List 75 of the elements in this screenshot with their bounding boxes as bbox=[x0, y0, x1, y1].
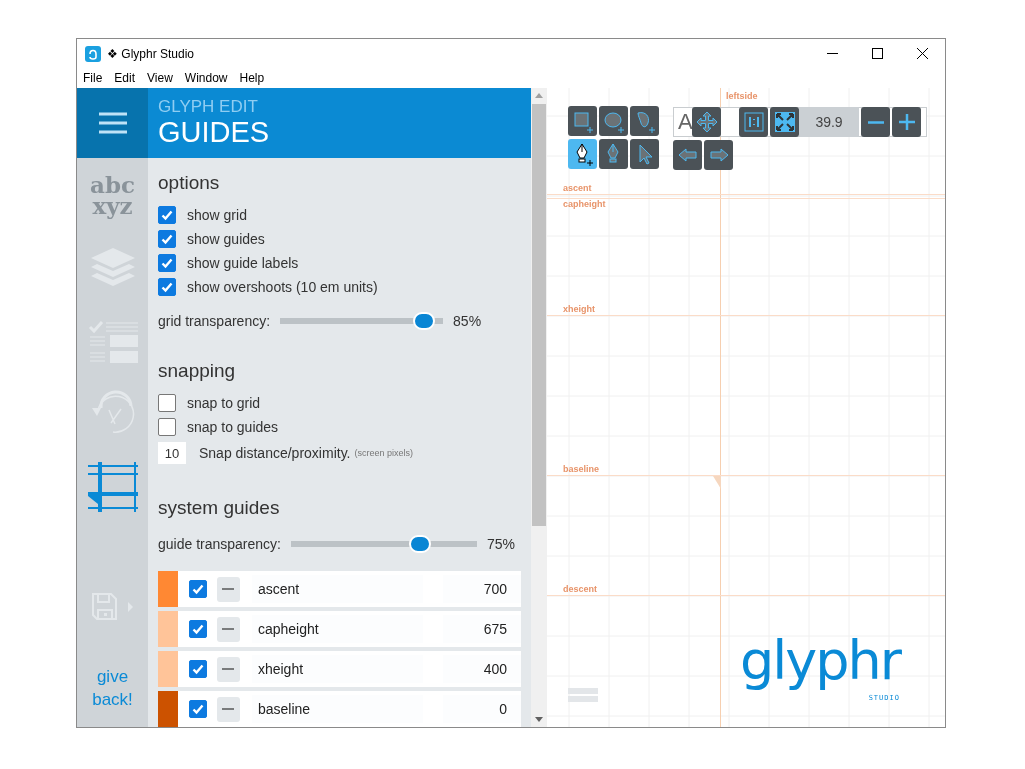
move-button[interactable] bbox=[692, 107, 721, 137]
slider-thumb[interactable] bbox=[412, 312, 435, 330]
slider-thumb[interactable] bbox=[409, 535, 432, 553]
menu-icon[interactable] bbox=[98, 112, 127, 134]
menu-item[interactable]: Help bbox=[239, 71, 271, 85]
scrollbar[interactable] bbox=[531, 88, 547, 727]
zoom-in-button[interactable] bbox=[892, 107, 921, 137]
fit-button[interactable] bbox=[770, 107, 799, 137]
plus-icon bbox=[898, 114, 915, 130]
guide-label: ascent bbox=[563, 183, 592, 193]
fit-arrows-icon bbox=[772, 110, 797, 134]
guide-label: leftside bbox=[726, 91, 758, 101]
checkbox-label: snap to grid bbox=[187, 395, 261, 411]
scroll-down-icon bbox=[535, 717, 543, 722]
checkbox[interactable] bbox=[158, 394, 176, 412]
checkbox-label: snap to guides bbox=[187, 419, 279, 435]
section-heading: system guides bbox=[158, 497, 281, 519]
guide-label: xheight bbox=[563, 304, 595, 314]
move-arrows-icon bbox=[694, 110, 719, 134]
section-label: GLYPH EDIT bbox=[158, 98, 259, 116]
close-icon[interactable] bbox=[917, 48, 928, 59]
menu-item[interactable]: File bbox=[83, 71, 109, 85]
minus-icon bbox=[222, 628, 235, 630]
previous-button[interactable] bbox=[673, 140, 702, 170]
checkbox-label: show overshoots (10 em units) bbox=[187, 279, 378, 295]
checkbox[interactable] bbox=[158, 254, 176, 272]
checkbox[interactable] bbox=[158, 230, 176, 248]
checkbox[interactable] bbox=[189, 660, 207, 678]
checkbox[interactable] bbox=[158, 206, 176, 224]
checkbox[interactable] bbox=[189, 620, 207, 638]
menu-item[interactable]: Window bbox=[184, 71, 234, 85]
guide-label: descent bbox=[563, 584, 597, 594]
minus-icon bbox=[222, 708, 235, 710]
checkbox-label: show grid bbox=[187, 207, 247, 223]
checkbox-label: show guides bbox=[187, 231, 265, 247]
number-field[interactable]: 10 bbox=[158, 442, 186, 464]
slider-label: grid transparency: bbox=[158, 313, 271, 329]
section-heading: options bbox=[158, 172, 221, 194]
minus-icon bbox=[867, 120, 884, 124]
checkbox[interactable] bbox=[189, 580, 207, 598]
section-heading: snapping bbox=[158, 360, 237, 382]
menu-item[interactable]: Edit bbox=[114, 71, 142, 85]
tool-button[interactable] bbox=[568, 139, 597, 169]
window-title: ❖ Glyphr Studio bbox=[107, 46, 196, 61]
panel-title: GUIDES bbox=[158, 116, 271, 148]
guide-label: capheight bbox=[563, 199, 606, 209]
one-to-one-icon bbox=[741, 110, 766, 134]
hide-button[interactable] bbox=[217, 576, 240, 602]
slider-label: guide transparency: bbox=[158, 536, 281, 552]
maximize-icon[interactable] bbox=[872, 48, 883, 59]
hide-button[interactable] bbox=[217, 696, 240, 722]
slider-value: 85% bbox=[453, 313, 482, 329]
checkbox[interactable] bbox=[158, 278, 176, 296]
minus-icon bbox=[222, 588, 235, 590]
checkbox[interactable] bbox=[189, 700, 207, 718]
scroll-up-icon bbox=[535, 93, 543, 98]
keyboard-icon bbox=[568, 688, 598, 702]
app-icon bbox=[85, 45, 101, 62]
hide-button[interactable] bbox=[217, 616, 240, 642]
next-button[interactable] bbox=[704, 140, 733, 170]
logo-wordmark: glyphr bbox=[740, 628, 900, 694]
field-label: Snap distance/proximity. bbox=[199, 445, 351, 461]
guides-icon[interactable] bbox=[87, 461, 138, 512]
guide-label: baseline bbox=[563, 464, 600, 474]
glyph-preview: A bbox=[678, 109, 692, 135]
slider-value: 75% bbox=[486, 536, 515, 552]
actual-size-button[interactable] bbox=[739, 107, 768, 137]
checkbox-label: show guide labels bbox=[187, 255, 299, 271]
menu-item[interactable]: View bbox=[147, 71, 179, 85]
unit-note: (screen pixels) bbox=[354, 448, 413, 458]
checkbox[interactable] bbox=[158, 418, 176, 436]
minus-icon bbox=[222, 668, 235, 670]
zoom-field[interactable]: 39.9 bbox=[799, 107, 859, 137]
hide-button[interactable] bbox=[217, 656, 240, 682]
zoom-out-button[interactable] bbox=[861, 107, 890, 137]
